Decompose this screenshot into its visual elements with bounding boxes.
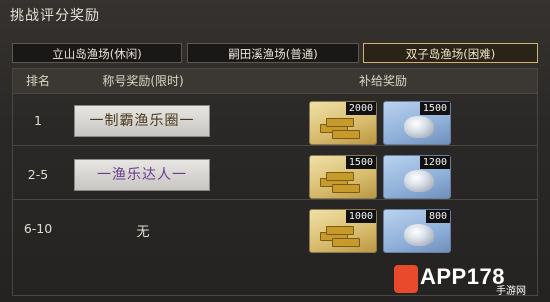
gold-bars-icon[interactable]: 1500	[309, 155, 377, 199]
title-none: 无	[136, 225, 150, 240]
table-header: 排名 称号奖励(限时) 补给奖励	[13, 69, 537, 94]
gold-count: 2000	[345, 102, 376, 115]
watermark-sub: 手游网	[496, 286, 526, 297]
silver-count: 1200	[419, 156, 450, 169]
rank-value: 2-5	[27, 167, 49, 182]
silver-ore-icon[interactable]: 800	[383, 209, 451, 253]
header-rank: 排名	[25, 74, 50, 88]
rank-value: 1	[34, 113, 42, 128]
panel-title: 挑战评分奖励	[10, 8, 100, 24]
row-divider	[13, 145, 537, 146]
table-row: 6-10 无 1000 800	[13, 201, 537, 257]
fishery-tabs: 立山岛渔场(休闲) 嗣田溪渔场(普通) 双子岛渔场(困难)	[12, 43, 538, 65]
title-badge: 一渔乐达人一	[74, 159, 210, 191]
rank-value: 6-10	[23, 221, 53, 236]
phone-logo-icon	[394, 265, 418, 293]
silver-ore-icon[interactable]: 1500	[383, 101, 451, 145]
reward-panel: 挑战评分奖励 立山岛渔场(休闲) 嗣田溪渔场(普通) 双子岛渔场(困难) 排名 …	[0, 0, 550, 302]
watermark-brand: APP178	[420, 264, 505, 289]
gold-count: 1000	[345, 210, 376, 223]
title-badge: 一制霸渔乐圈一	[74, 105, 210, 137]
table-row: 1 一制霸渔乐圈一 2000 1500	[13, 93, 537, 149]
gold-count: 1500	[345, 156, 376, 169]
silver-count: 800	[425, 210, 450, 223]
table-row: 2-5 一渔乐达人一 1500 1200	[13, 147, 537, 203]
tab-sitian[interactable]: 嗣田溪渔场(普通)	[187, 43, 359, 63]
header-title-reward: 称号奖励(限时)	[102, 74, 184, 88]
silver-ore-icon[interactable]: 1200	[383, 155, 451, 199]
silver-count: 1500	[419, 102, 450, 115]
gold-bars-icon[interactable]: 1000	[309, 209, 377, 253]
header-supply-reward: 补给奖励	[358, 74, 407, 88]
tab-lishan[interactable]: 立山岛渔场(休闲)	[12, 43, 182, 63]
tab-shuangzi[interactable]: 双子岛渔场(困难)	[363, 43, 538, 63]
row-divider	[13, 199, 537, 200]
gold-bars-icon[interactable]: 2000	[309, 101, 377, 145]
site-watermark: APP178 手游网	[392, 262, 542, 297]
